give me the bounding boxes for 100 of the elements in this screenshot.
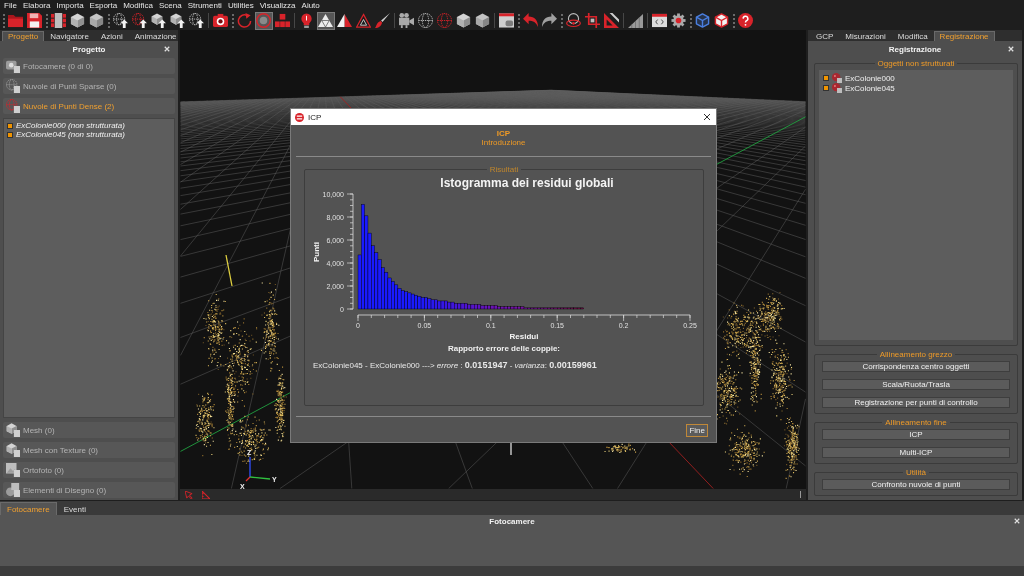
crop-icon — [585, 13, 600, 28]
tab[interactable]: Fotocamere — [0, 502, 57, 515]
bar — [407, 292, 412, 310]
tab[interactable]: Navigatore — [44, 31, 95, 41]
menu-item[interactable]: Strumenti — [187, 0, 222, 11]
toolbar-button[interactable] — [111, 11, 130, 30]
object-item[interactable]: ExColonie045 — [823, 83, 895, 93]
toolbar-button[interactable] — [68, 11, 87, 30]
report-title: Rapporto errore delle coppie: — [448, 344, 560, 354]
cube-icon — [70, 13, 85, 28]
toolbar-button[interactable] — [87, 11, 106, 30]
checkbox[interactable] — [7, 131, 13, 138]
ring-icon — [256, 13, 271, 28]
cube-icon — [456, 13, 471, 28]
menu-item[interactable]: File — [4, 0, 17, 11]
checkbox[interactable] — [823, 85, 829, 91]
section-header[interactable]: Fotocamere (0 di 0) — [3, 58, 175, 74]
action-button[interactable]: Corrispondenza centro oggetti — [822, 361, 1010, 372]
lightbulb-icon — [299, 13, 314, 28]
toolbar-button[interactable] — [626, 11, 645, 30]
toolbar-button[interactable] — [416, 11, 435, 30]
menu-item[interactable]: Utilities — [227, 0, 254, 11]
group-title: Oggetti non strutturati — [876, 59, 956, 68]
toolbar-button[interactable] — [373, 11, 392, 30]
menu-item[interactable]: Elabora — [22, 0, 51, 11]
menu-item[interactable]: Esporta — [89, 0, 118, 11]
action-button[interactable]: ICP — [822, 429, 1010, 440]
menu-item[interactable]: Importa — [56, 0, 84, 11]
toolbar-button[interactable] — [712, 11, 731, 30]
tree-item[interactable]: ExColonie045 (non strutturata) — [7, 130, 125, 139]
menu-item[interactable]: Modifica — [123, 0, 153, 11]
toolbar-button[interactable] — [602, 11, 621, 30]
tab[interactable]: Progetto — [2, 31, 45, 41]
section-header[interactable]: Mesh (0) — [3, 422, 175, 438]
toolbar-button[interactable] — [650, 11, 669, 30]
toolbar-button[interactable] — [473, 11, 492, 30]
toolbar-button[interactable] — [168, 11, 187, 30]
toolbar-button[interactable] — [130, 11, 149, 30]
cube-icon — [89, 13, 104, 28]
bar — [434, 299, 438, 310]
camera-icon — [6, 59, 20, 73]
toolbar-button[interactable] — [49, 11, 68, 30]
toolbar-button[interactable] — [335, 11, 354, 30]
toolbar-button[interactable] — [736, 11, 755, 30]
action-button[interactable]: Scala/Ruota/Trasla — [822, 379, 1010, 390]
gear-icon — [671, 13, 686, 28]
object-item[interactable]: ExColonie000 — [823, 73, 895, 83]
section-header[interactable]: Mesh con Texture (0) — [3, 442, 175, 458]
menu-item[interactable]: Scena — [158, 0, 182, 11]
cube-icon — [6, 423, 20, 437]
section-header[interactable]: Nuvole di Punti Dense (2) — [3, 98, 175, 114]
tab[interactable]: Animazione — [128, 31, 183, 41]
axis-title: Punti — [312, 242, 321, 262]
close-icon[interactable] — [703, 113, 711, 121]
ramp-icon — [628, 13, 643, 28]
action-button[interactable]: Registrazione per punti di controllo — [822, 397, 1010, 408]
box-icon — [695, 13, 710, 28]
cube-arrow-icon — [151, 13, 166, 28]
menu-item[interactable]: Visualizza — [259, 0, 296, 11]
bar — [394, 284, 399, 310]
toolbar-button[interactable] — [497, 11, 516, 30]
section-header[interactable]: Elementi di Disegno (0) — [3, 482, 175, 498]
ruler-icon[interactable] — [202, 490, 210, 499]
tab[interactable]: GCP — [810, 31, 840, 41]
chart-title: Istogramma dei residui globali — [440, 176, 614, 190]
triangle-outline-icon — [356, 13, 371, 28]
finish-button[interactable]: Fine — [686, 424, 708, 437]
toolbar-button[interactable] — [669, 11, 688, 30]
toolbar-button[interactable] — [187, 11, 206, 30]
tab[interactable]: Azioni — [94, 31, 129, 41]
save-icon — [27, 13, 42, 28]
wizard-subheading: Introduzione — [481, 138, 526, 147]
checkbox[interactable] — [823, 75, 829, 81]
tab[interactable]: Registrazione — [933, 31, 995, 41]
menu-item[interactable]: Aiuto — [301, 0, 320, 11]
action-button[interactable]: Multi-ICP — [822, 447, 1010, 458]
film-strip-icon — [51, 13, 66, 28]
toolbar-button[interactable] — [211, 11, 230, 30]
checkbox[interactable] — [7, 122, 13, 129]
tab[interactable]: Modifica — [891, 31, 934, 41]
toolbar-button[interactable] — [397, 11, 416, 30]
tab[interactable]: Eventi — [56, 502, 93, 515]
bar — [487, 305, 491, 310]
toolbar-button[interactable] — [25, 11, 44, 30]
axis-gizmo-drawing — [245, 456, 271, 482]
tree-item[interactable]: ExColonie000 (non strutturata) — [7, 121, 125, 130]
video-camera-icon — [399, 13, 414, 28]
bar — [424, 297, 428, 310]
toolbar-button[interactable] — [583, 11, 602, 30]
action-button[interactable]: Confronto nuvole di punti — [822, 479, 1010, 490]
toolbar-button[interactable] — [564, 11, 583, 30]
tab[interactable]: Misurazioni — [839, 31, 892, 41]
brush-icon — [375, 13, 390, 28]
cube-icon — [6, 443, 20, 457]
section-header[interactable]: Nuvole di Punti Sparse (0) — [3, 78, 175, 94]
globe-icon — [6, 99, 20, 113]
toolbar-button[interactable] — [149, 11, 168, 30]
toolbar-button[interactable] — [454, 11, 473, 30]
section-header[interactable]: Ortofoto (0) — [3, 462, 175, 478]
toolbar-button[interactable] — [316, 11, 335, 30]
